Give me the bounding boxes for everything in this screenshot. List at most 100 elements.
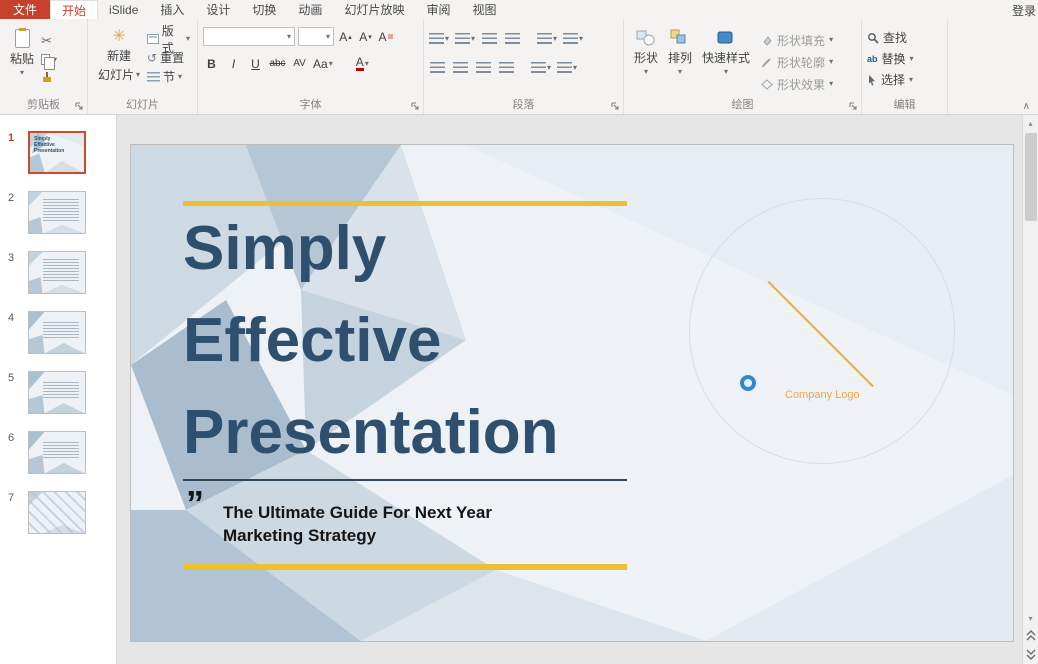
chevron-down-icon: ▾ bbox=[553, 35, 557, 43]
shape-effects-label: 形状效果 bbox=[777, 76, 825, 93]
collapse-ribbon-button[interactable]: ∧ bbox=[1023, 101, 1030, 112]
line-spacing-button[interactable]: ▾ bbox=[537, 29, 557, 48]
slide-thumbnail-4[interactable] bbox=[28, 311, 86, 354]
company-logo-text[interactable]: Company Logo bbox=[785, 389, 860, 401]
chevron-down-icon: ▾ bbox=[644, 68, 648, 76]
tab-home[interactable]: 开始 bbox=[50, 0, 98, 19]
layout-icon bbox=[147, 34, 159, 44]
slide-title[interactable]: Simply Effective Presentation bbox=[183, 203, 559, 479]
grow-font-button[interactable]: A▴ bbox=[337, 27, 354, 46]
section-button[interactable]: 节▾ bbox=[145, 67, 192, 86]
shapes-button[interactable]: 形状 ▾ bbox=[629, 27, 663, 98]
columns-button[interactable]: ▾ bbox=[531, 58, 551, 77]
tab-insert[interactable]: 插入 bbox=[149, 0, 195, 19]
chevron-down-icon: ▾ bbox=[471, 35, 475, 43]
arrange-button[interactable]: 排列 ▾ bbox=[663, 27, 697, 98]
replace-button[interactable]: ab 替换▾ bbox=[867, 48, 942, 69]
shapes-icon bbox=[636, 29, 656, 47]
slide-thumbnail-2[interactable] bbox=[28, 191, 86, 234]
slide-thumbnail-3[interactable] bbox=[28, 251, 86, 294]
scroll-down-button[interactable]: ▾ bbox=[1023, 610, 1038, 626]
find-button[interactable]: 查找 bbox=[867, 27, 942, 48]
scrollbar-track[interactable] bbox=[1023, 131, 1038, 610]
tab-view[interactable]: 视图 bbox=[461, 0, 507, 19]
login-button[interactable]: 登录 bbox=[1012, 2, 1036, 19]
tab-animations[interactable]: 动画 bbox=[287, 0, 333, 19]
ribbon: 粘贴 ▾ ✂ ▾ 剪贴板 ✳ 新建 幻灯片▾ 版式▾ ↺重置 bbox=[0, 19, 1038, 115]
slide-thumbnail-1[interactable]: Simply Effective Presentation bbox=[28, 131, 86, 174]
quick-styles-button[interactable]: 快速样式 ▾ bbox=[697, 27, 755, 98]
increase-indent-button[interactable] bbox=[504, 29, 521, 48]
character-spacing-button[interactable]: AV bbox=[291, 54, 308, 73]
next-slide-button[interactable] bbox=[1023, 645, 1038, 664]
text-direction-button[interactable]: ▾ bbox=[563, 29, 583, 48]
align-center-button[interactable] bbox=[452, 58, 469, 77]
chevron-down-icon: ▾ bbox=[186, 35, 190, 43]
logo-dot-icon bbox=[740, 375, 756, 391]
cut-button[interactable]: ✂ bbox=[39, 31, 59, 50]
tab-review[interactable]: 审阅 bbox=[415, 0, 461, 19]
scroll-up-button[interactable]: ▴ bbox=[1023, 115, 1038, 131]
shape-effects-button[interactable]: 形状效果▾ bbox=[761, 73, 833, 95]
copy-button[interactable]: ▾ bbox=[39, 50, 59, 69]
grow-font-icon: A bbox=[339, 30, 347, 44]
slide-thumbnail-6[interactable] bbox=[28, 431, 86, 474]
select-button[interactable]: 选择▾ bbox=[867, 69, 942, 90]
numbering-button[interactable]: ▾ bbox=[455, 29, 475, 48]
scrollbar-thumb[interactable] bbox=[1025, 133, 1037, 221]
slide-thumbnail-7[interactable] bbox=[28, 491, 86, 534]
shape-fill-button[interactable]: 形状填充▾ bbox=[761, 29, 833, 51]
align-right-button[interactable] bbox=[475, 58, 492, 77]
slide-1-canvas[interactable]: Simply Effective Presentation ” The Ulti… bbox=[130, 144, 1014, 642]
tab-slideshow[interactable]: 幻灯片放映 bbox=[333, 0, 415, 19]
underline-button[interactable]: U bbox=[247, 54, 264, 73]
new-slide-button[interactable]: ✳ 新建 幻灯片▾ bbox=[93, 27, 145, 98]
reset-button[interactable]: ↺重置 bbox=[145, 48, 192, 67]
divider-line bbox=[183, 479, 627, 481]
drawing-dialog-launcher[interactable] bbox=[849, 102, 858, 111]
align-left-button[interactable] bbox=[429, 58, 446, 77]
font-name-select[interactable]: ▾ bbox=[203, 27, 295, 46]
bullets-button[interactable]: ▾ bbox=[429, 29, 449, 48]
font-dialog-launcher[interactable] bbox=[411, 102, 420, 111]
bullets-icon bbox=[429, 33, 444, 45]
strikethrough-button[interactable]: abc bbox=[269, 54, 286, 73]
bold-button[interactable]: B bbox=[203, 54, 220, 73]
tab-design[interactable]: 设计 bbox=[195, 0, 241, 19]
decrease-indent-button[interactable] bbox=[481, 29, 498, 48]
slide-canvas-area[interactable]: Simply Effective Presentation ” The Ulti… bbox=[117, 115, 1022, 664]
font-size-select[interactable]: ▾ bbox=[298, 27, 334, 46]
thumbnail-row: 3 bbox=[0, 251, 116, 311]
justify-button[interactable] bbox=[498, 58, 515, 77]
drawing-group-label: 绘图 bbox=[624, 96, 861, 112]
font-color-button[interactable]: A▾ bbox=[354, 54, 371, 73]
thumbnail-row: 6 bbox=[0, 431, 116, 491]
clear-formatting-button[interactable]: A bbox=[377, 27, 394, 46]
clipboard-dialog-launcher[interactable] bbox=[75, 102, 84, 111]
shape-outline-button[interactable]: 形状轮廓▾ bbox=[761, 51, 833, 73]
convert-smartart-button[interactable]: ▾ bbox=[557, 58, 577, 77]
format-painter-button[interactable] bbox=[39, 69, 59, 88]
paragraph-dialog-launcher[interactable] bbox=[611, 102, 620, 111]
layout-button[interactable]: 版式▾ bbox=[145, 29, 192, 48]
tab-islide[interactable]: iSlide bbox=[98, 0, 149, 19]
section-icon bbox=[147, 72, 160, 82]
shape-outline-icon bbox=[761, 57, 773, 68]
chevron-down-icon: ▾ bbox=[326, 33, 330, 41]
italic-button[interactable]: I bbox=[225, 54, 242, 73]
shape-fill-icon bbox=[761, 35, 773, 46]
workspace: 1 Simply Effective Presentation 2 3 bbox=[0, 115, 1038, 664]
slide-thumbnail-5[interactable] bbox=[28, 371, 86, 414]
change-case-button[interactable]: Aa▾ bbox=[313, 54, 333, 73]
title-line-2: Effective bbox=[183, 295, 559, 387]
thumbnail-row: 5 bbox=[0, 371, 116, 431]
chevron-down-icon: ▾ bbox=[365, 60, 369, 68]
file-menu-button[interactable]: 文件 bbox=[0, 0, 50, 19]
shrink-font-button[interactable]: A▾ bbox=[357, 27, 374, 46]
replace-icon: ab bbox=[867, 54, 878, 64]
tab-transitions[interactable]: 切换 bbox=[241, 0, 287, 19]
previous-slide-button[interactable] bbox=[1023, 626, 1038, 645]
slide-subtitle[interactable]: The Ultimate Guide For Next Year Marketi… bbox=[223, 501, 553, 547]
paragraph-group-label: 段落 bbox=[424, 96, 623, 112]
paste-button[interactable]: 粘贴 ▾ bbox=[5, 27, 39, 98]
